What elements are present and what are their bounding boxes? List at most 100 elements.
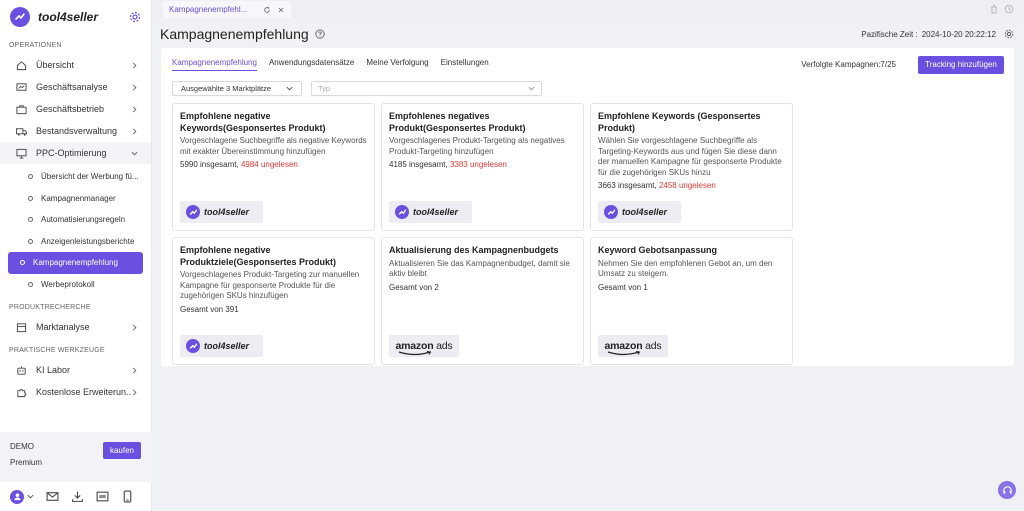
history-icon[interactable] [1004,4,1014,14]
amazon-ads-wordmark: amazon ads [396,340,453,356]
tool4seller-logo: tool4seller [389,201,472,223]
subtab-application-records[interactable]: Anwendungsdatensätze [269,58,354,71]
bullet-icon [28,195,33,201]
trash-icon[interactable] [989,4,999,14]
recommendation-card[interactable]: Empfohlene negative Produktziele(Gespons… [172,237,375,365]
home-icon [16,60,27,70]
download-icon[interactable] [71,490,84,503]
card-description: Vorgeschlagene Suchbegriffe als negative… [180,136,367,156]
sidebar-subitem-ad-log[interactable]: Werbeprotokoll [8,274,143,296]
card-stats: 5990 insgesamt, 4984 ungelesen [180,160,367,169]
card-total: 4185 insgesamt, [389,160,448,169]
recommendation-card[interactable]: Keyword Gebotsanpassung Nehmen Sie den e… [590,237,793,365]
subtab-settings[interactable]: Einstellungen [441,58,489,71]
brand-text: tool4seller [622,207,668,217]
keyboard-icon[interactable] [96,490,109,503]
subtab-my-tracking[interactable]: Meine Verfolgung [366,58,428,71]
gear-icon[interactable] [1004,29,1014,39]
card-stats: 4185 insgesamt, 3383 ungelesen [389,160,576,169]
close-icon[interactable] [277,6,285,14]
chevron-right-icon [132,62,137,68]
card-total: Gesamt von 391 [180,304,239,314]
bullet-icon [20,260,25,266]
sidebar-item-inventory[interactable]: Bestandsverwaltung [0,120,151,142]
sidebar-item-free-extensions[interactable]: Kostenlose Erweiterun... [0,381,151,403]
card-title: Aktualisierung des Kampagnenbudgets [389,245,559,255]
brand-text: tool4seller [204,341,250,351]
buy-button[interactable]: kaufen [103,442,141,459]
sidebar-item-overview[interactable]: Übersicht [0,54,151,76]
gear-icon[interactable] [129,11,141,23]
help-icon[interactable] [315,29,325,39]
type-select[interactable]: Typ [311,81,542,96]
tab-campaign-recommendation[interactable]: Kampagnenempfehl... [163,1,291,18]
card-description: Vorgeschlagenes Produkt-Targeting zur ma… [180,270,360,300]
marketplace-select-value: Ausgewählte 3 Marktplätze [181,84,272,93]
recommendation-card[interactable]: Empfohlene negative Keywords(Gesponserte… [172,103,375,231]
bullet-icon [28,174,33,180]
tab-label: Kampagnenempfehl... [169,5,248,14]
brand-text: tool4seller [204,207,250,217]
card-total: 5990 insgesamt, [180,160,239,169]
chevron-down-icon[interactable] [27,490,34,503]
ads-text: ads [645,340,662,352]
logo-icon [10,7,30,27]
amazon-smile-icon [398,351,431,356]
tool4seller-logo-icon [186,205,200,219]
app-name: tool4seller [38,10,99,24]
card-unread: 4984 ungelesen [240,160,298,169]
chevron-right-icon [132,106,137,112]
mail-icon[interactable] [46,490,59,503]
sidebar-subitem-ad-overview[interactable]: Übersicht der Werbung fü... [8,166,143,188]
recommendation-card[interactable]: Aktualisierung des Kampagnenbudgets Aktu… [381,237,584,365]
mobile-icon[interactable] [121,490,134,503]
section-title-operations: OPERATIONEN [9,42,62,49]
sidebar-item-label: Marktanalyse [36,322,90,332]
sidebar-item-business-analysis[interactable]: Geschäftsanalyse [0,76,151,98]
sidebar-subitem-campaign-manager[interactable]: Kampagnenmanager [8,188,143,210]
tool4seller-logo-icon [604,205,618,219]
avatar[interactable] [10,489,24,504]
support-chat-button[interactable] [998,481,1016,499]
card-description: Vorgeschlagenes Produkt-Targeting als ne… [389,136,565,156]
card-stats: 3663 insgesamt, 2458 ungelesen [598,181,785,190]
time-label: Pazifische Zeit : [861,29,918,39]
sidebar-subitem-ad-reports[interactable]: Anzeigenleistungsberichte [8,231,143,253]
sidebar-item-market-analysis[interactable]: Marktanalyse [0,316,151,338]
card-total: 3663 insgesamt, [598,181,657,190]
sidebar-item-business-operations[interactable]: Geschäftsbetrieb [0,98,151,120]
sidebar-subitem-campaign-recommendation[interactable]: Kampagnenempfehlung [8,252,143,274]
card-title: Keyword Gebotsanpassung [598,245,718,255]
type-select-placeholder: Typ [318,84,331,93]
subtabs: Kampagnenempfehlung Anwendungsdatensätze… [172,58,489,71]
card-title: Empfohlene negative Produktziele(Gespons… [180,245,337,267]
chevron-right-icon [132,84,137,90]
sidebar-item-label: PPC-Optimierung [36,148,107,158]
card-description: Nehmen Sie den empfohlenen Gebot an, um … [598,258,773,279]
sidebar-subitem-label: Kampagnenempfehlung [33,258,118,268]
page-header: Kampagnenempfehlung Pazifische Zeit : 20… [160,24,1014,44]
tabbar-actions [989,4,1014,14]
sidebar-item-label: Geschäftsanalyse [36,82,108,92]
sidebar-item-ai-lab[interactable]: KI Labor [0,359,151,381]
amazon-smile-icon [607,351,640,356]
sidebar-item-label: KI Labor [36,365,71,375]
marketplace-select[interactable]: Ausgewählte 3 Marktplätze [172,81,302,96]
sidebar-subitem-automation-rules[interactable]: Automatisierungsregeln [8,209,143,231]
section-title-product-research: PRODUKTRECHERCHE [9,304,91,311]
refresh-icon[interactable] [263,6,271,14]
tracked-campaigns-count: Verfolgte Kampagnen:7/25 [801,60,896,69]
tool4seller-logo: tool4seller [598,201,681,223]
subtab-campaign-recommendation[interactable]: Kampagnenempfehlung [172,58,257,71]
sidebar-subitem-label: Kampagnenmanager [41,193,116,203]
sidebar-item-ppc[interactable]: PPC-Optimierung [0,142,151,164]
add-tracking-button[interactable]: Tracking hinzufügen [918,56,1004,74]
recommendation-card[interactable]: Empfohlenes negatives Produkt(Gesponsert… [381,103,584,231]
chevron-down-icon [286,86,293,91]
card-stats: Gesamt von 391 [180,305,367,314]
sidebar-item-label: Kostenlose Erweiterun... [36,387,131,397]
recommendation-card[interactable]: Empfohlene Keywords (Gesponsertes Produk… [590,103,793,231]
card-description: Aktualisieren Sie das Kampagnenbudget, d… [389,258,570,279]
plan-tier-label: Premium [10,458,43,467]
truck-icon [16,127,27,136]
